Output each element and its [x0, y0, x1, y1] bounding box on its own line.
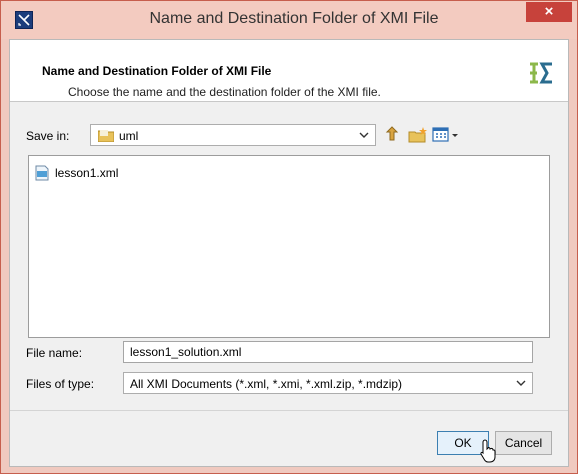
- close-button[interactable]: ×: [526, 2, 572, 22]
- cancel-button[interactable]: Cancel: [495, 431, 552, 455]
- xml-file-icon: [35, 165, 49, 181]
- new-folder-icon[interactable]: [408, 126, 428, 144]
- folder-icon: [97, 129, 115, 143]
- file-name-label: File name:: [26, 346, 83, 360]
- file-type-value: All XMI Documents (*.xml, *.xmi, *.xml.z…: [130, 377, 403, 391]
- header-title: Name and Destination Folder of XMI File: [42, 64, 272, 78]
- header-subtitle: Choose the name and the destination fold…: [68, 85, 381, 99]
- file-name-input[interactable]: [123, 341, 533, 363]
- file-name-text: lesson1.xml: [55, 166, 119, 180]
- save-in-select[interactable]: uml: [90, 124, 376, 146]
- dialog-window: Name and Destination Folder of XMI File …: [0, 0, 578, 474]
- chevron-down-icon[interactable]: [359, 128, 369, 142]
- dialog-header: Name and Destination Folder of XMI File …: [10, 40, 568, 102]
- window-title: Name and Destination Folder of XMI File: [149, 10, 439, 27]
- chevron-down-icon[interactable]: [516, 376, 526, 390]
- up-folder-icon[interactable]: [384, 126, 404, 144]
- file-list[interactable]: lesson1.xml: [28, 155, 550, 338]
- title-bar[interactable]: Name and Destination Folder of XMI File …: [1, 1, 577, 39]
- xmi-logo-icon: [528, 60, 554, 86]
- divider: [10, 410, 568, 411]
- file-type-select[interactable]: All XMI Documents (*.xml, *.xmi, *.xml.z…: [123, 372, 533, 394]
- view-menu-icon[interactable]: [432, 126, 460, 144]
- file-type-label: Files of type:: [26, 377, 95, 391]
- save-in-label: Save in:: [26, 129, 70, 143]
- save-in-value: uml: [119, 129, 139, 143]
- mouse-cursor-icon: [480, 439, 496, 463]
- dialog-content: Name and Destination Folder of XMI File …: [9, 39, 569, 467]
